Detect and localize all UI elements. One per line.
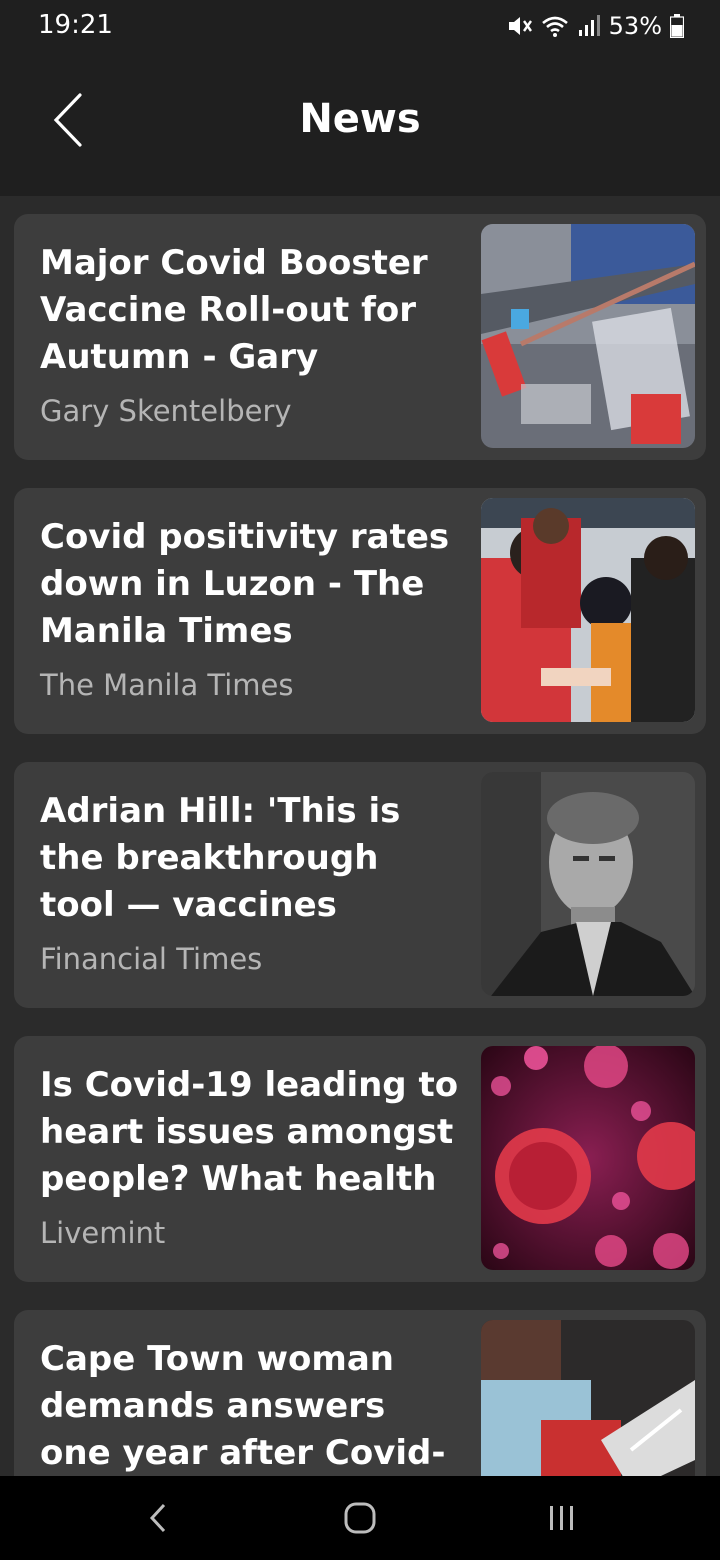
news-card-title: Cape Town woman demands answers one year… [40, 1339, 446, 1473]
nav-back-icon [149, 1503, 166, 1533]
wifi-icon [541, 14, 569, 38]
battery-percent: 53% [608, 12, 662, 40]
status-bar: 19:21 53% [0, 0, 720, 52]
page-title: News [299, 96, 421, 142]
news-card-thumbnail [481, 1046, 695, 1270]
status-icons: 53% [507, 12, 684, 40]
news-card[interactable]: Covid positivity rates down in Luzon - T… [14, 488, 706, 734]
news-card-thumbnail [481, 224, 695, 448]
nav-back-button[interactable] [128, 1494, 188, 1542]
news-card-title: Adrian Hill: 'This is the breakthrough t… [40, 791, 401, 925]
news-feed[interactable]: Major Covid Booster Vaccine Roll-out for… [0, 196, 720, 1476]
news-card-source: The Manila Times [40, 668, 294, 702]
news-card[interactable]: Cape Town woman demands answers one year… [14, 1310, 706, 1476]
news-card-source: Gary Skentelbery [40, 394, 292, 428]
news-card-thumbnail [481, 498, 695, 722]
battery-icon [670, 14, 684, 38]
nav-recents-icon [550, 1506, 573, 1530]
nav-recents-button[interactable] [532, 1494, 592, 1542]
news-card-title: Major Covid Booster Vaccine Roll-out for… [40, 243, 428, 377]
app-header: News [0, 52, 720, 196]
nav-home-icon [344, 1502, 376, 1534]
nav-home-button[interactable] [330, 1494, 390, 1542]
news-card-thumbnail [481, 1320, 695, 1476]
status-time: 19:21 [38, 10, 113, 40]
news-card-title: Is Covid-19 leading to heart issues amon… [40, 1065, 459, 1199]
mute-icon [507, 14, 533, 38]
news-card[interactable]: Major Covid Booster Vaccine Roll-out for… [14, 214, 706, 460]
signal-icon [577, 14, 601, 38]
news-card-title: Covid positivity rates down in Luzon - T… [40, 517, 450, 651]
news-card[interactable]: Adrian Hill: 'This is the breakthrough t… [14, 762, 706, 1008]
news-card-thumbnail [481, 772, 695, 996]
news-card-source: Financial Times [40, 942, 263, 976]
news-card[interactable]: Is Covid-19 leading to heart issues amon… [14, 1036, 706, 1282]
system-nav-bar [0, 1476, 720, 1560]
news-card-source: Livemint [40, 1216, 166, 1250]
